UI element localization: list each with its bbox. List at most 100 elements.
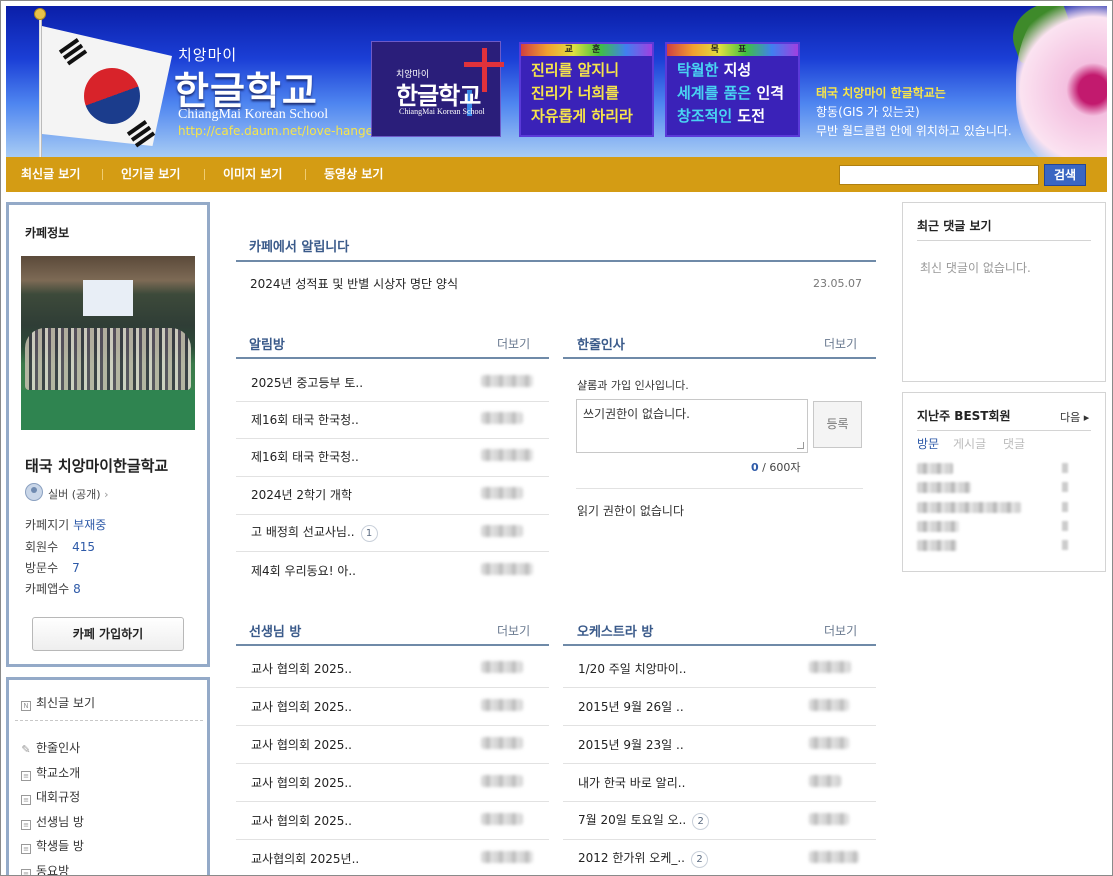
char-counter: 0 / 600자 [751,459,800,475]
blurred-member [917,482,971,493]
motto-line: 자유롭게 하리라 [531,107,633,125]
list-item[interactable]: 교사 협의회 2025.. [251,774,352,791]
list-item[interactable]: 2015년 9월 23일 .. [578,736,684,753]
cafe-grade[interactable]: 실버 (공개) › [48,486,108,502]
nav-separator [305,169,306,180]
blurred-author [481,412,523,424]
menu-item-greeting[interactable]: ✎ 한줄인사 [21,739,80,756]
flagpole-cap [34,8,46,20]
board-teacher-title[interactable]: 선생님 방 [249,621,301,640]
resize-grip-icon[interactable] [797,442,804,449]
board-divider [236,357,549,359]
banner-url[interactable]: http://cafe.daum.net/love-hangeul [178,124,384,138]
list-item[interactable]: 교사 협의회 2025.. [251,736,352,753]
search-input[interactable] [839,165,1039,185]
board-teacher-more[interactable]: 더보기 [497,622,530,639]
menu-item-label: 한줄인사 [36,741,81,755]
board-greet-title[interactable]: 한줄인사 [577,334,625,353]
list-item[interactable]: 제4회 우리동요! 아.. [251,562,356,579]
row-divider [236,514,549,515]
blurred-author [481,563,533,575]
menu-item-rules[interactable]: ≡ 대회규정 [21,788,80,805]
blurred-count [1062,482,1068,492]
row-divider [563,839,876,840]
goal-highlight: 세계를 품은 [677,84,752,102]
manager-label: 카페지기 [25,518,70,532]
blurred-author [481,375,533,387]
tab-visits[interactable]: 방문 [917,435,939,452]
greeting-textarea[interactable]: 쓰기권한이 없습니다. [576,399,808,453]
blurred-author [481,525,523,537]
cafe-visitors-row: 방문수 7 [25,559,80,576]
comment-count-badge[interactable]: 1 [360,525,378,542]
logo-cross-mark [464,62,504,67]
menu-item-students[interactable]: ≡ 학생들 방 [21,837,84,854]
notice-title[interactable]: 카페에서 알립니다 [249,236,349,255]
goal-box: 목 표 탁월한 지성 세계를 품은 인격 창조적인 도전 [665,42,800,137]
menu-item-teachers[interactable]: ≡ 선생님 방 [21,813,84,830]
board-greet-more[interactable]: 더보기 [824,335,857,352]
nav-popular-posts[interactable]: 인기글 보기 [121,157,180,192]
blurred-count [1062,540,1068,550]
comment-count-badge[interactable]: 2 [691,851,708,868]
comment-count-badge[interactable]: 2 [692,813,710,830]
join-cafe-button[interactable]: 카페 가입하기 [32,617,184,651]
members-value[interactable]: 415 [72,540,95,554]
blurred-author [481,699,523,711]
board-alim-title[interactable]: 알림방 [249,334,285,353]
list-item[interactable]: 2015년 9월 26일 .. [578,698,684,715]
list-item-label: 고 배정희 선교사님.. [251,525,355,539]
new-posts-icon: N [21,701,31,711]
cafe-nav-bar: 최신글 보기 인기글 보기 이미지 보기 동영상 보기 검색 [6,157,1107,192]
nav-videos[interactable]: 동영상 보기 [324,157,383,192]
list-item[interactable]: 2012 한가위 오케_.. 2 [578,849,708,868]
list-item[interactable]: 고 배정희 선교사님.. 1 [251,523,378,542]
list-item[interactable]: 교사 협의회 2025.. [251,812,352,829]
menu-recent-posts[interactable]: N 최신글 보기 [21,694,95,711]
search-button[interactable]: 검색 [1044,164,1086,186]
nav-recent-posts[interactable]: 최신글 보기 [21,157,80,192]
photo-banner [83,280,133,316]
tab-comments[interactable]: 댓글 [1003,435,1025,452]
list-item[interactable]: 제16회 태국 한국청.. [251,411,359,428]
cafe-apps-row: 카페앱수 8 [25,580,81,597]
list-item[interactable]: 2025년 중고등부 토.. [251,374,363,391]
register-button[interactable]: 등록 [813,401,862,448]
menu-item-label: 대회규정 [36,790,81,804]
goal-line: 창조적인 도전 [667,105,798,128]
panel-divider [917,240,1091,241]
logo-title-text: 한글학교 [396,82,481,110]
no-comments-message: 최신 댓글이 없습니다. [920,261,1031,275]
visitors-value: 7 [72,561,80,575]
apps-value[interactable]: 8 [73,582,81,596]
list-item[interactable]: 7월 20일 토요일 오.. 2 [578,811,710,830]
cafe-info-panel: 카페정보 태국 치앙마이한글학교 실버 (공개) › 카페지기 부재중 회원수 41… [6,202,210,667]
row-divider [236,839,549,840]
cafe-name[interactable]: 태국 치앙마이한글학교 [25,455,168,476]
blurred-author [809,661,851,673]
list-item[interactable]: 교사 협의회 2025.. [251,698,352,715]
notice-post[interactable]: 2024년 성적표 및 반별 시상자 명단 양식 [250,275,458,292]
cafe-photo[interactable] [21,256,195,430]
board-orch-title[interactable]: 오케스트라 방 [577,621,653,640]
list-item[interactable]: 1/20 주일 치앙마이.. [578,660,686,677]
tab-posts[interactable]: 게시글 [953,435,986,452]
nav-separator [102,169,103,180]
menu-item-school-intro[interactable]: ≡ 학교소개 [21,764,80,781]
motto-line: 진리를 알지니 [531,61,620,79]
board-orch-more[interactable]: 더보기 [824,622,857,639]
menu-item-label: 학교소개 [36,766,81,780]
manager-value[interactable]: 부재중 [73,518,106,532]
goal-header: 목 표 [667,44,798,56]
list-item[interactable]: 제16회 태국 한국청.. [251,448,359,465]
cafe-banner[interactable]: 치앙마이 한글학교 ChiangMai Korean School http:/… [6,6,1107,157]
nav-images[interactable]: 이미지 보기 [223,157,282,192]
menu-item-songs[interactable]: ≡ 동요방 [21,862,69,875]
board-alim-more[interactable]: 더보기 [497,335,530,352]
row-divider [236,438,549,439]
list-item[interactable]: 2024년 2학기 개학 [251,486,352,503]
list-item[interactable]: 교사 협의회 2025.. [251,660,352,677]
list-item[interactable]: 교사협의회 2025년.. [251,850,359,867]
best-members-next[interactable]: 다음 ▸ [1060,409,1089,425]
list-item[interactable]: 내가 한국 바로 알리.. [578,774,685,791]
